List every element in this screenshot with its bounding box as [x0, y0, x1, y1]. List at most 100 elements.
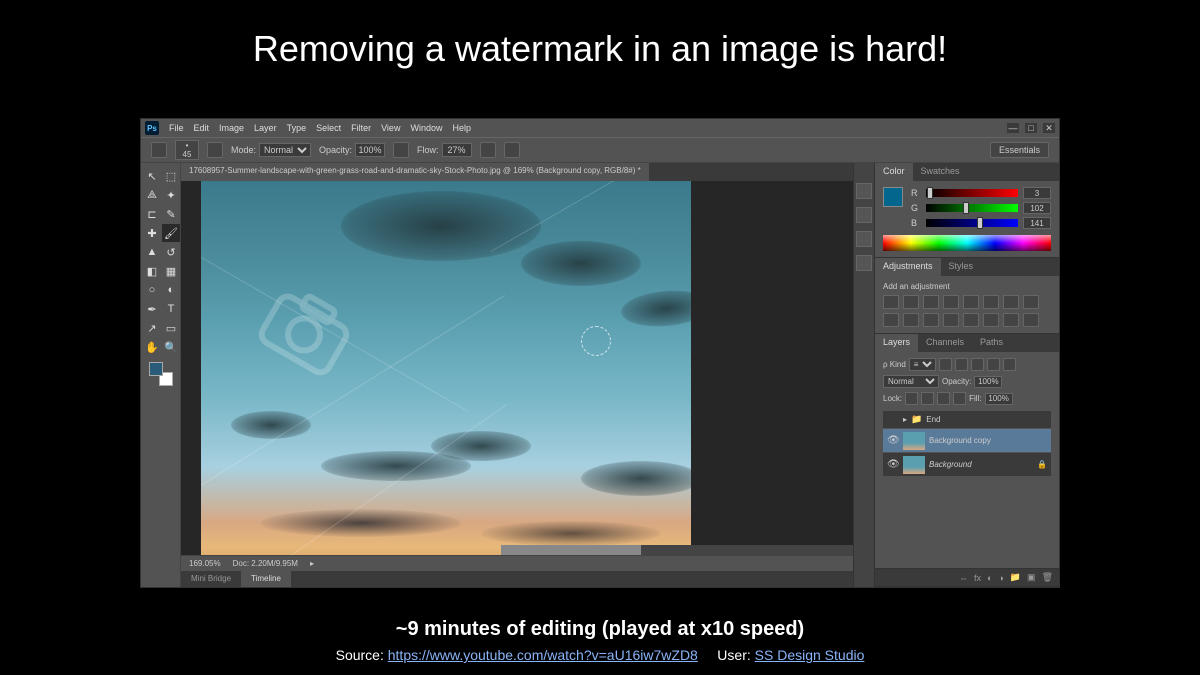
- type-tool-icon[interactable]: T: [162, 300, 180, 318]
- tab-swatches[interactable]: Swatches: [913, 163, 968, 181]
- gradientmap-icon[interactable]: [1003, 313, 1019, 327]
- menu-filter[interactable]: Filter: [351, 123, 371, 133]
- menu-file[interactable]: File: [169, 123, 184, 133]
- pressure-size-icon[interactable]: [504, 142, 520, 158]
- color-swatch[interactable]: [883, 187, 903, 207]
- document-tab[interactable]: 17608957-Summer-landscape-with-green-gra…: [181, 163, 649, 181]
- brush-tool-icon[interactable]: 🖌: [162, 224, 180, 242]
- layer-name[interactable]: End: [926, 415, 1047, 424]
- menu-image[interactable]: Image: [219, 123, 244, 133]
- source-link[interactable]: https://www.youtube.com/watch?v=aU16iw7w…: [388, 647, 698, 663]
- colorbalance-icon[interactable]: [1003, 295, 1019, 309]
- exposure-icon[interactable]: [943, 295, 959, 309]
- r-slider[interactable]: [926, 189, 1018, 197]
- channelmix-icon[interactable]: [903, 313, 919, 327]
- pen-tool-icon[interactable]: ✒: [143, 300, 161, 318]
- lock-pixels-icon[interactable]: [921, 392, 934, 405]
- lock-all-icon[interactable]: [953, 392, 966, 405]
- trash-icon[interactable]: 🗑: [1042, 572, 1053, 583]
- new-adjust-icon[interactable]: ◑: [998, 573, 1003, 583]
- layer-name[interactable]: Background: [929, 460, 1033, 469]
- menu-select[interactable]: Select: [316, 123, 341, 133]
- vibrance-icon[interactable]: [963, 295, 979, 309]
- filter-smart-icon[interactable]: [1003, 358, 1016, 371]
- menu-help[interactable]: Help: [452, 123, 471, 133]
- wand-tool-icon[interactable]: ✦: [162, 186, 180, 204]
- move-tool-icon[interactable]: ↖: [143, 167, 161, 185]
- new-layer-icon[interactable]: ▣: [1027, 572, 1036, 583]
- dock-icon[interactable]: [856, 255, 872, 271]
- maximize-icon[interactable]: □: [1025, 123, 1037, 133]
- curves-icon[interactable]: [923, 295, 939, 309]
- tab-mini-bridge[interactable]: Mini Bridge: [181, 571, 241, 587]
- filter-pixel-icon[interactable]: [939, 358, 952, 371]
- tab-channels[interactable]: Channels: [918, 334, 972, 352]
- layer-item[interactable]: 👁 Background copy: [883, 429, 1051, 453]
- visibility-icon[interactable]: 👁: [887, 459, 899, 470]
- tab-styles[interactable]: Styles: [941, 258, 982, 276]
- levels-icon[interactable]: [903, 295, 919, 309]
- hue-icon[interactable]: [983, 295, 999, 309]
- dock-icon[interactable]: [856, 207, 872, 223]
- posterize-icon[interactable]: [963, 313, 979, 327]
- dock-icon[interactable]: [856, 231, 872, 247]
- tab-timeline[interactable]: Timeline: [241, 571, 291, 587]
- g-input[interactable]: [1023, 202, 1051, 214]
- kind-select[interactable]: ≡: [909, 358, 936, 371]
- menu-layer[interactable]: Layer: [254, 123, 277, 133]
- fill-input[interactable]: [985, 393, 1013, 405]
- menu-view[interactable]: View: [381, 123, 400, 133]
- marquee-tool-icon[interactable]: ⬚: [162, 167, 180, 185]
- airbrush-icon[interactable]: [480, 142, 496, 158]
- healing-tool-icon[interactable]: ✚: [143, 224, 161, 242]
- zoom-level[interactable]: 169.05%: [189, 559, 221, 568]
- lock-transparent-icon[interactable]: [905, 392, 918, 405]
- dodge-tool-icon[interactable]: ◐: [162, 281, 180, 299]
- tool-preset-icon[interactable]: [151, 142, 167, 158]
- tab-layers[interactable]: Layers: [875, 334, 918, 352]
- opacity-input[interactable]: [355, 143, 385, 157]
- filter-adjust-icon[interactable]: [955, 358, 968, 371]
- photofilter-icon[interactable]: [883, 313, 899, 327]
- mode-select[interactable]: Normal: [259, 143, 311, 157]
- scrollbar-thumb[interactable]: [501, 545, 641, 555]
- stamp-tool-icon[interactable]: ▲: [143, 243, 161, 261]
- b-input[interactable]: [1023, 217, 1051, 229]
- horizontal-scrollbar[interactable]: [501, 545, 853, 555]
- doc-info[interactable]: Doc: 2.20M/9.95M: [233, 559, 298, 568]
- chevron-right-icon[interactable]: ▸: [903, 415, 907, 424]
- canvas-area[interactable]: [181, 181, 853, 555]
- new-group-icon[interactable]: 📁: [1010, 572, 1021, 583]
- filter-type-icon[interactable]: [971, 358, 984, 371]
- minimize-icon[interactable]: —: [1007, 123, 1019, 133]
- r-input[interactable]: [1023, 187, 1051, 199]
- user-link[interactable]: SS Design Studio: [755, 647, 865, 663]
- path-tool-icon[interactable]: ↗: [143, 319, 161, 337]
- layer-thumbnail[interactable]: [903, 432, 925, 450]
- pressure-opacity-icon[interactable]: [393, 142, 409, 158]
- dock-icon[interactable]: [856, 183, 872, 199]
- brush-preview[interactable]: •45: [175, 140, 199, 160]
- eyedropper-tool-icon[interactable]: ✎: [162, 205, 180, 223]
- layer-opacity-input[interactable]: [974, 376, 1002, 388]
- colorlookup-icon[interactable]: [923, 313, 939, 327]
- color-swatches[interactable]: [149, 362, 173, 386]
- brightness-icon[interactable]: [883, 295, 899, 309]
- foreground-color-swatch[interactable]: [149, 362, 163, 376]
- close-icon[interactable]: ✕: [1043, 123, 1055, 133]
- blend-select[interactable]: Normal: [883, 375, 939, 388]
- fx-icon[interactable]: fx: [974, 573, 981, 583]
- gradient-tool-icon[interactable]: ▦: [162, 262, 180, 280]
- link-icon[interactable]: ⇔: [959, 573, 968, 583]
- layer-name[interactable]: Background copy: [929, 436, 1047, 445]
- filter-shape-icon[interactable]: [987, 358, 1000, 371]
- bw-icon[interactable]: [1023, 295, 1039, 309]
- threshold-icon[interactable]: [983, 313, 999, 327]
- history-brush-icon[interactable]: ↺: [162, 243, 180, 261]
- layer-group[interactable]: ▸ 📁 End: [883, 411, 1051, 429]
- visibility-icon[interactable]: 👁: [887, 435, 899, 446]
- canvas[interactable]: [201, 181, 691, 555]
- color-spectrum[interactable]: [883, 235, 1051, 251]
- layer-item[interactable]: 👁 Background 🔒: [883, 453, 1051, 477]
- eraser-tool-icon[interactable]: ◧: [143, 262, 161, 280]
